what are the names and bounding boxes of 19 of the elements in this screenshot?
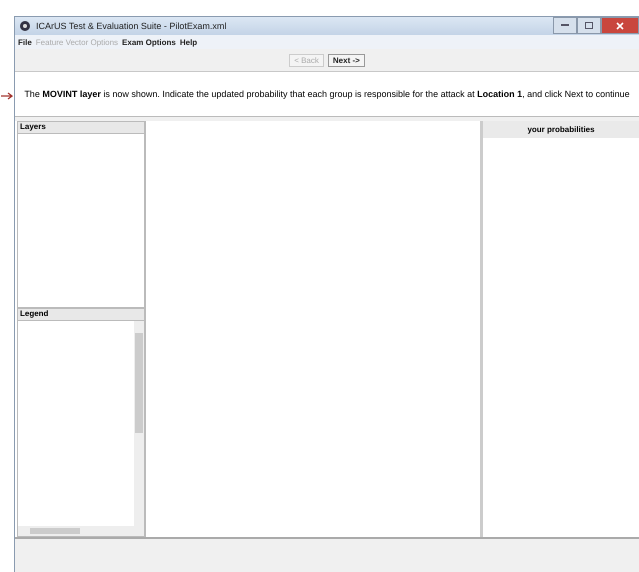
app-icon [19, 20, 31, 32]
horizontal-scrollbar[interactable] [18, 526, 144, 536]
maximize-icon [585, 22, 593, 29]
nav-button[interactable]: Next -> [328, 54, 365, 66]
instruction-text: The MOVINT layer is now shown. Indicate the updated probability that each group is responsible for the attack at Location 1, and click Next to continue [24, 89, 630, 99]
pointer-arrow-icon [1, 92, 13, 100]
panel-title: Legend [20, 309, 48, 318]
menu-item[interactable]: Help [180, 38, 198, 46]
window-title: ICArUS Test & Evaluation Suite - PilotExam.xml [36, 21, 226, 31]
close-button[interactable] [601, 17, 639, 34]
vertical-scrollbar[interactable] [134, 321, 144, 526]
panel-title: Layers [20, 122, 46, 131]
panel-title: your probabilities [527, 125, 595, 134]
close-icon [616, 22, 624, 30]
menu-item[interactable]: Exam Options [122, 38, 176, 46]
menu-item[interactable]: File [18, 38, 32, 46]
minimize-button[interactable] [553, 17, 577, 34]
maximize-button[interactable] [577, 17, 601, 34]
minimize-icon [561, 24, 569, 27]
